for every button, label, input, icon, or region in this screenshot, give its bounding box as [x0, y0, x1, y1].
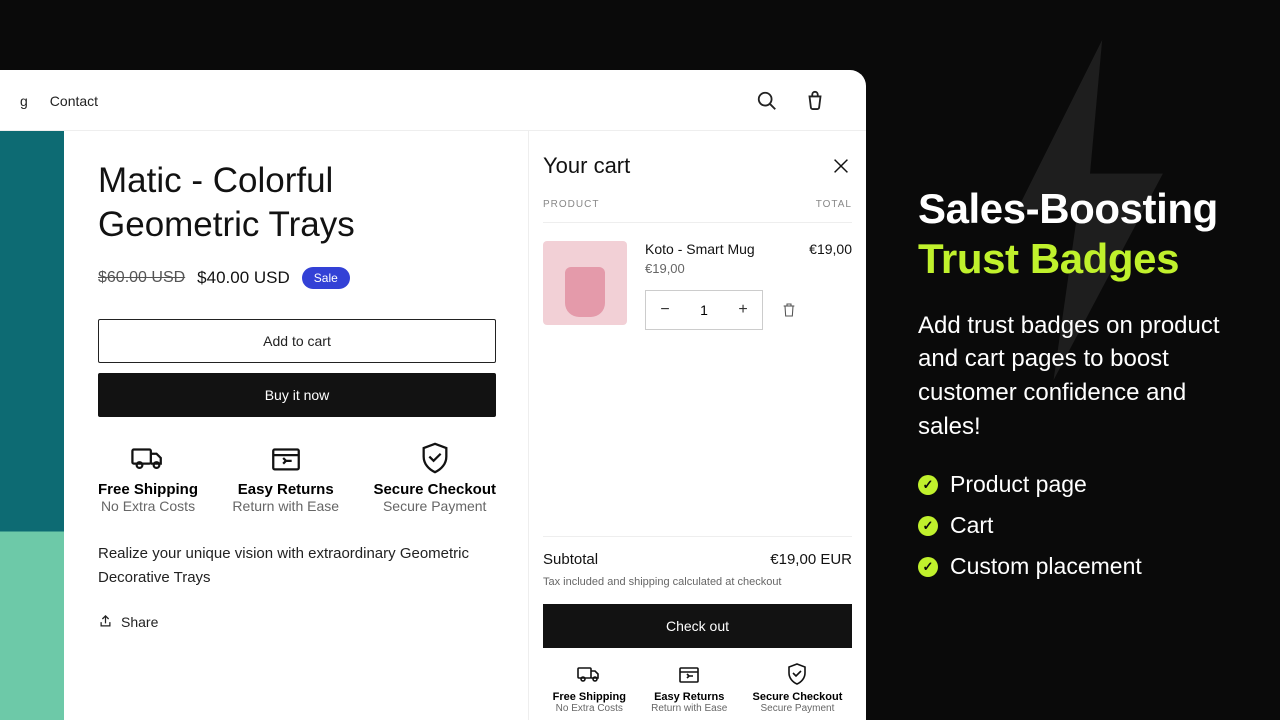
badge-easy-returns: Easy Returns Return with Ease	[232, 441, 339, 514]
nav-bar: g Contact	[0, 70, 866, 130]
marketing-panel: Sales-Boosting Trust Badges Add trust ba…	[918, 184, 1248, 594]
search-icon[interactable]	[756, 90, 778, 112]
marketing-body: Add trust badges on product and cart pag…	[918, 309, 1248, 443]
badge-secure-checkout: Secure Checkout Secure Payment	[373, 441, 496, 514]
qty-increase-button[interactable]: +	[724, 301, 762, 319]
check-icon: ✓	[918, 516, 938, 536]
tax-note: Tax included and shipping calculated at …	[543, 576, 852, 588]
shield-icon	[418, 441, 452, 475]
price-original: $60.00 USD	[98, 269, 185, 287]
close-icon[interactable]	[830, 155, 852, 177]
badge-secure-checkout: Secure Checkout Secure Payment	[753, 662, 843, 714]
trust-badges-product: Free Shipping No Extra Costs Easy Return…	[98, 441, 496, 514]
subtotal-label: Subtotal	[543, 551, 598, 568]
badge-free-shipping: Free Shipping No Extra Costs	[553, 662, 626, 714]
feature-list: ✓ Product page ✓ Cart ✓ Custom placement	[918, 471, 1248, 580]
returns-icon	[677, 662, 701, 686]
feature-item: ✓ Custom placement	[918, 553, 1248, 580]
nav-link[interactable]: g	[20, 93, 28, 109]
cart-item-total: €19,00	[809, 241, 852, 261]
truck-icon	[577, 662, 601, 686]
add-to-cart-button[interactable]: Add to cart	[98, 319, 496, 363]
product-title: Matic - Colorful Geometric Trays	[98, 159, 494, 247]
qty-decrease-button[interactable]: −	[646, 301, 684, 319]
cart-title: Your cart	[543, 153, 630, 179]
storefront-frame: g Contact Matic - Colorful Geometric Tra…	[0, 70, 866, 720]
check-icon: ✓	[918, 475, 938, 495]
col-product: PRODUCT	[543, 199, 599, 210]
trash-icon[interactable]	[781, 302, 797, 318]
cart-item-unit-price: €19,00	[645, 261, 852, 276]
share-icon	[98, 614, 113, 629]
sale-badge: Sale	[302, 267, 350, 289]
cart-item-image	[543, 241, 627, 325]
cart-item: Koto - Smart Mug €19,00 €19,00 − 1 +	[543, 223, 852, 348]
buy-now-button[interactable]: Buy it now	[98, 373, 496, 417]
nav-link-contact[interactable]: Contact	[50, 93, 98, 109]
badge-free-shipping: Free Shipping No Extra Costs	[98, 441, 198, 514]
col-total: TOTAL	[816, 199, 852, 210]
cart-icon[interactable]	[804, 90, 826, 112]
feature-item: ✓ Product page	[918, 471, 1248, 498]
price-sale: $40.00 USD	[197, 268, 290, 288]
cart-panel: Your cart PRODUCT TOTAL Koto - Smart Mug…	[528, 131, 866, 720]
quantity-stepper: − 1 +	[645, 290, 763, 330]
share-button[interactable]: Share	[98, 614, 494, 630]
headline: Sales-Boosting Trust Badges	[918, 184, 1248, 285]
badge-easy-returns: Easy Returns Return with Ease	[651, 662, 727, 714]
check-icon: ✓	[918, 557, 938, 577]
product-panel: Matic - Colorful Geometric Trays $60.00 …	[64, 131, 528, 720]
trust-badges-cart: Free Shipping No Extra Costs Easy Return…	[543, 662, 852, 714]
qty-value: 1	[684, 302, 724, 318]
truck-icon	[131, 441, 165, 475]
cart-item-name: Koto - Smart Mug	[645, 241, 755, 257]
returns-icon	[269, 441, 303, 475]
subtotal-value: €19,00 EUR	[770, 551, 852, 568]
shield-icon	[785, 662, 809, 686]
product-description: Realize your unique vision with extraord…	[98, 542, 494, 590]
checkout-button[interactable]: Check out	[543, 604, 852, 648]
feature-item: ✓ Cart	[918, 512, 1248, 539]
product-image	[0, 131, 64, 720]
